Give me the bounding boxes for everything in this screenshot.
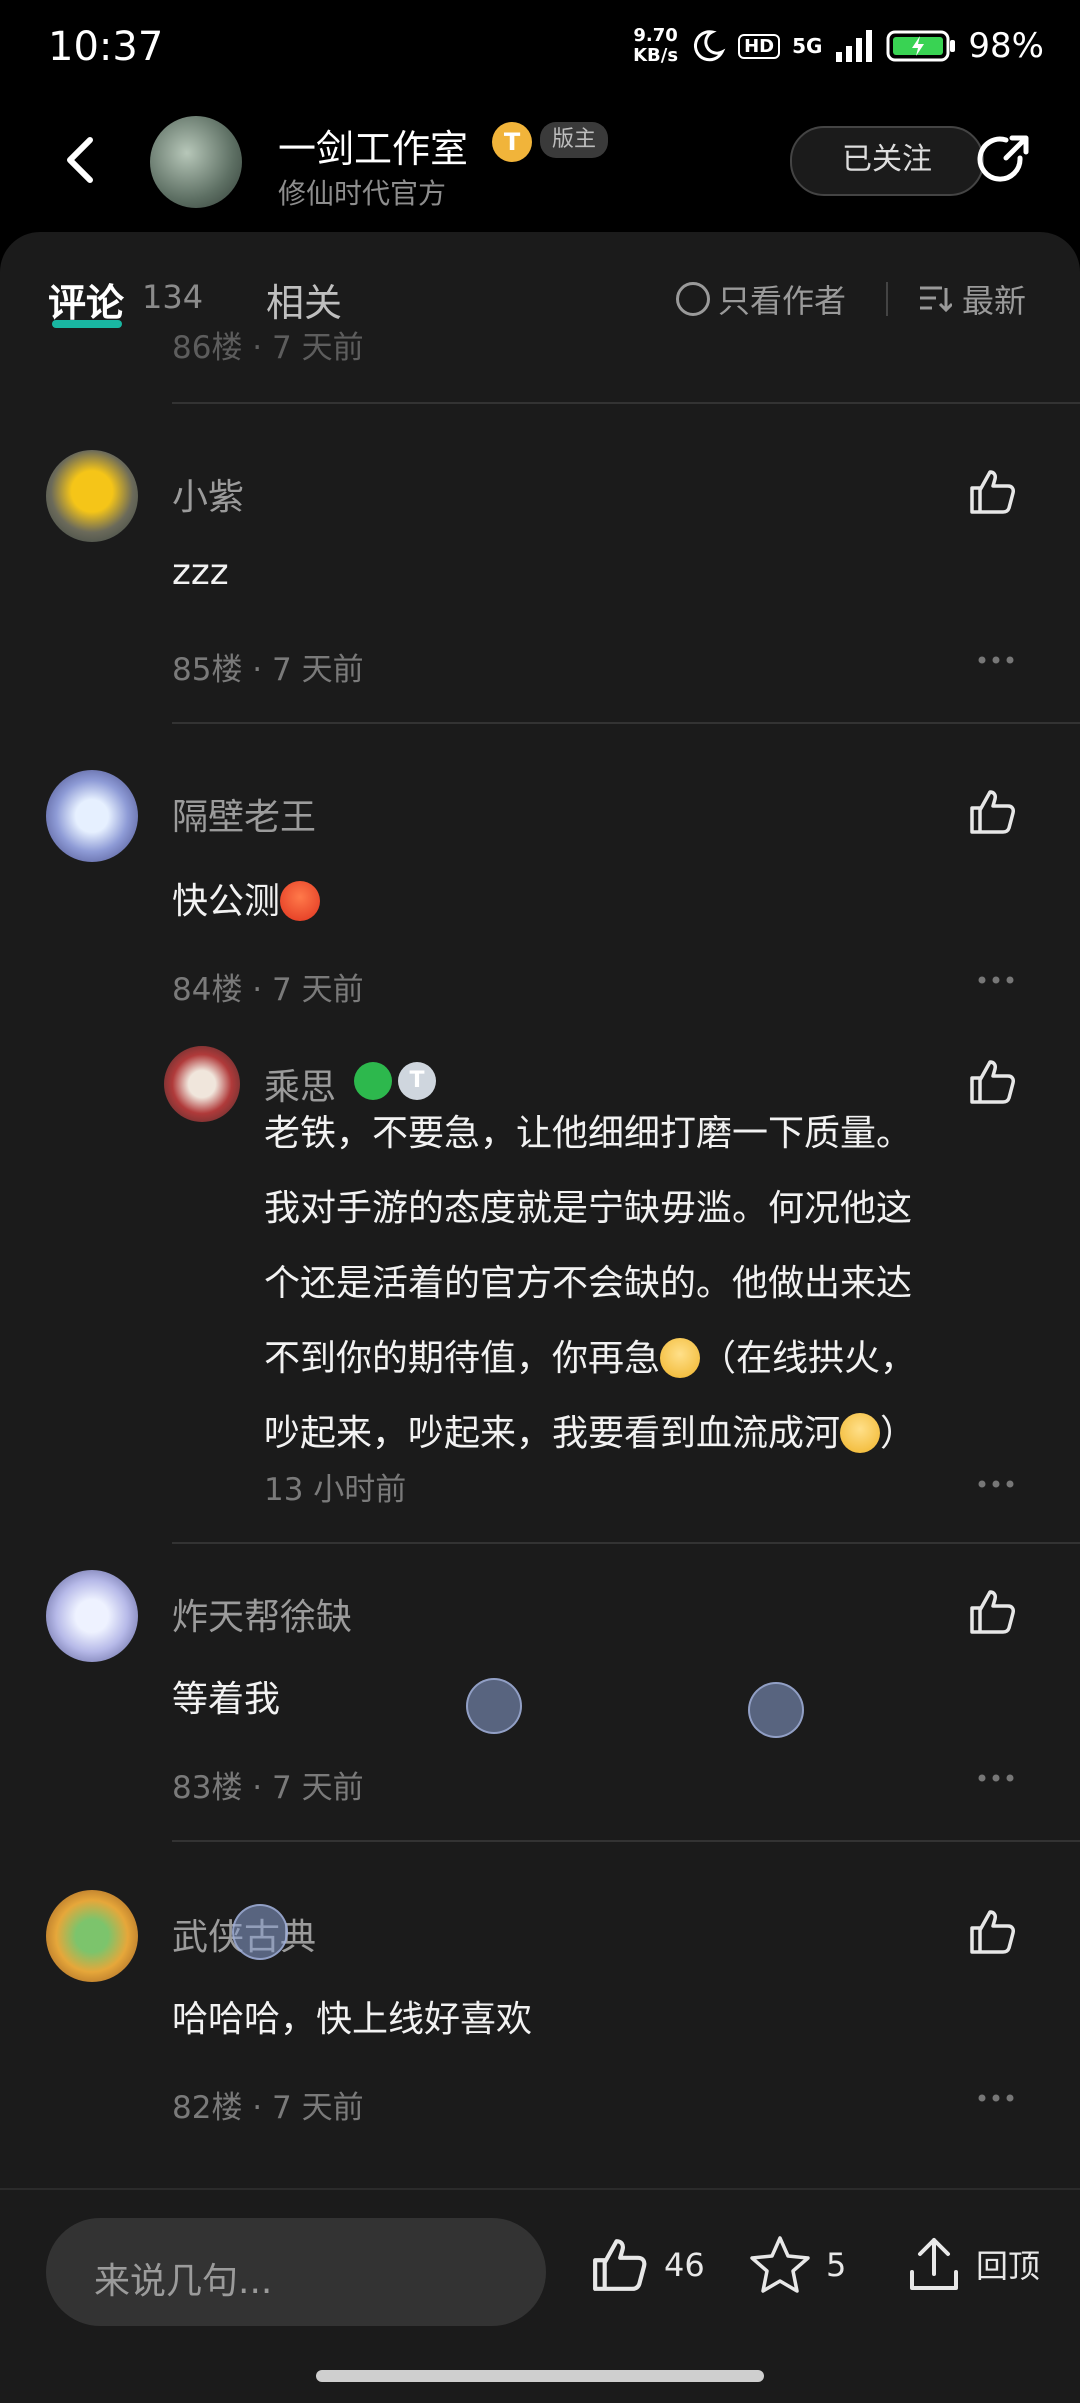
comment-text: 哈哈哈，快上线好喜欢	[172, 1999, 533, 2040]
angry-emoji-icon	[280, 881, 321, 921]
comment-meta: 84楼 · 7 天前	[172, 972, 364, 1008]
touch-indicator	[232, 1904, 288, 1960]
comment-meta: 86楼 · 7 天前	[172, 330, 364, 366]
more-icon[interactable]	[976, 1478, 1016, 1490]
reply-text: 老铁，不要急，让他细细打磨一下质量。 我对手游的态度就是宁缺毋滥。何况他这 个还…	[264, 1113, 917, 1454]
favorite-button[interactable]: 5	[748, 2234, 846, 2296]
like-button[interactable]: 46	[588, 2234, 705, 2296]
avatar[interactable]	[46, 1570, 138, 1662]
like-count: 46	[664, 2246, 705, 2284]
moon-icon	[694, 30, 726, 62]
reply-avatar[interactable]	[164, 1046, 240, 1122]
like-icon[interactable]	[966, 466, 1018, 518]
like-icon[interactable]	[966, 786, 1018, 838]
header: 一剑工作室 T 版主 修仙时代官方 已关注	[0, 100, 1080, 230]
net-speed: 9.70 KB/s	[633, 25, 679, 66]
tab-related[interactable]: 相关	[266, 272, 342, 327]
status-icons: 9.70 KB/s HD 5G 98%	[633, 25, 1044, 67]
signal-5g-icon: 5G	[792, 34, 823, 58]
back-icon[interactable]	[52, 130, 112, 190]
author-subtitle: 修仙时代官方	[278, 177, 447, 210]
touch-indicator	[748, 1682, 804, 1738]
smirk-emoji-icon	[660, 1338, 701, 1378]
more-icon[interactable]	[976, 974, 1016, 986]
like-icon	[593, 2239, 647, 2291]
comment-input[interactable]: 来说几句...	[46, 2218, 546, 2326]
follow-button[interactable]: 已关注	[790, 126, 984, 196]
share-icon[interactable]	[972, 128, 1036, 192]
battery-percent: 98%	[968, 26, 1044, 66]
like-icon[interactable]	[966, 1906, 1018, 1958]
star-icon	[750, 2236, 810, 2293]
sort-button[interactable]: 最新	[918, 276, 1026, 322]
battery-icon	[886, 30, 956, 62]
comment-meta: 85楼 · 7 天前	[172, 652, 364, 688]
radio-circle-icon	[676, 282, 710, 316]
comment-meta: 83楼 · 7 天前	[172, 1770, 364, 1806]
like-icon[interactable]	[966, 1056, 1018, 1108]
moderator-badge: 版主	[540, 122, 609, 158]
only-author-toggle[interactable]: 只看作者	[676, 276, 846, 322]
comment-text: zzz	[172, 552, 229, 593]
comment-text: 快公测	[172, 872, 321, 924]
divider	[172, 1840, 1080, 1842]
divider	[172, 402, 1080, 404]
touch-indicator	[466, 1678, 522, 1734]
sort-icon	[920, 286, 952, 313]
more-icon[interactable]	[976, 2092, 1016, 2104]
avatar[interactable]	[46, 1890, 138, 1982]
status-time: 10:37	[48, 24, 164, 70]
comment-text: 等着我	[172, 1679, 281, 1720]
comment-meta: 82楼 · 7 天前	[172, 2090, 364, 2126]
signal-icon	[836, 30, 873, 62]
divider	[172, 722, 1080, 724]
avatar[interactable]	[46, 770, 138, 862]
smirk-emoji-icon	[840, 1413, 881, 1453]
tab-bar: 评论 134 相关 只看作者 最新	[0, 232, 1080, 344]
reply-badge-t: T	[398, 1062, 436, 1100]
like-icon[interactable]	[966, 1586, 1018, 1638]
author-name[interactable]: 一剑工作室	[278, 118, 468, 173]
upload-arrow-icon	[910, 2238, 958, 2290]
more-icon[interactable]	[976, 654, 1016, 666]
home-indicator[interactable]	[316, 2370, 764, 2382]
comments-panel: 评论 134 相关 只看作者 最新 86楼 · 7 天前 小紫 zzz 85楼 …	[0, 232, 1080, 2401]
comment-username[interactable]: 小紫	[172, 468, 244, 520]
bottom-bar: 来说几句... 46 5 回顶	[0, 2188, 1080, 2403]
author-avatar[interactable]	[150, 116, 242, 208]
divider	[886, 282, 888, 316]
hd-icon: HD	[738, 33, 781, 59]
comment-input-placeholder: 来说几句...	[94, 2261, 273, 2302]
tab-comments[interactable]: 评论	[48, 272, 124, 327]
reply-meta: 13 小时前	[264, 1472, 407, 1508]
favorite-count: 5	[826, 2246, 847, 2284]
divider	[172, 1542, 1080, 1544]
comment-username[interactable]: 隔壁老王	[172, 788, 316, 840]
author-badge-t: T	[492, 122, 532, 162]
back-to-top-button[interactable]: 回顶	[906, 2234, 1040, 2294]
tab-active-indicator	[52, 320, 122, 328]
status-bar: 10:37 9.70 KB/s HD 5G 98%	[0, 0, 1080, 100]
more-icon[interactable]	[976, 1772, 1016, 1784]
comment-username[interactable]: 炸天帮徐缺	[172, 1588, 352, 1640]
comment-count: 134	[142, 278, 204, 316]
avatar[interactable]	[46, 450, 138, 542]
game-badge-icon	[354, 1062, 392, 1100]
